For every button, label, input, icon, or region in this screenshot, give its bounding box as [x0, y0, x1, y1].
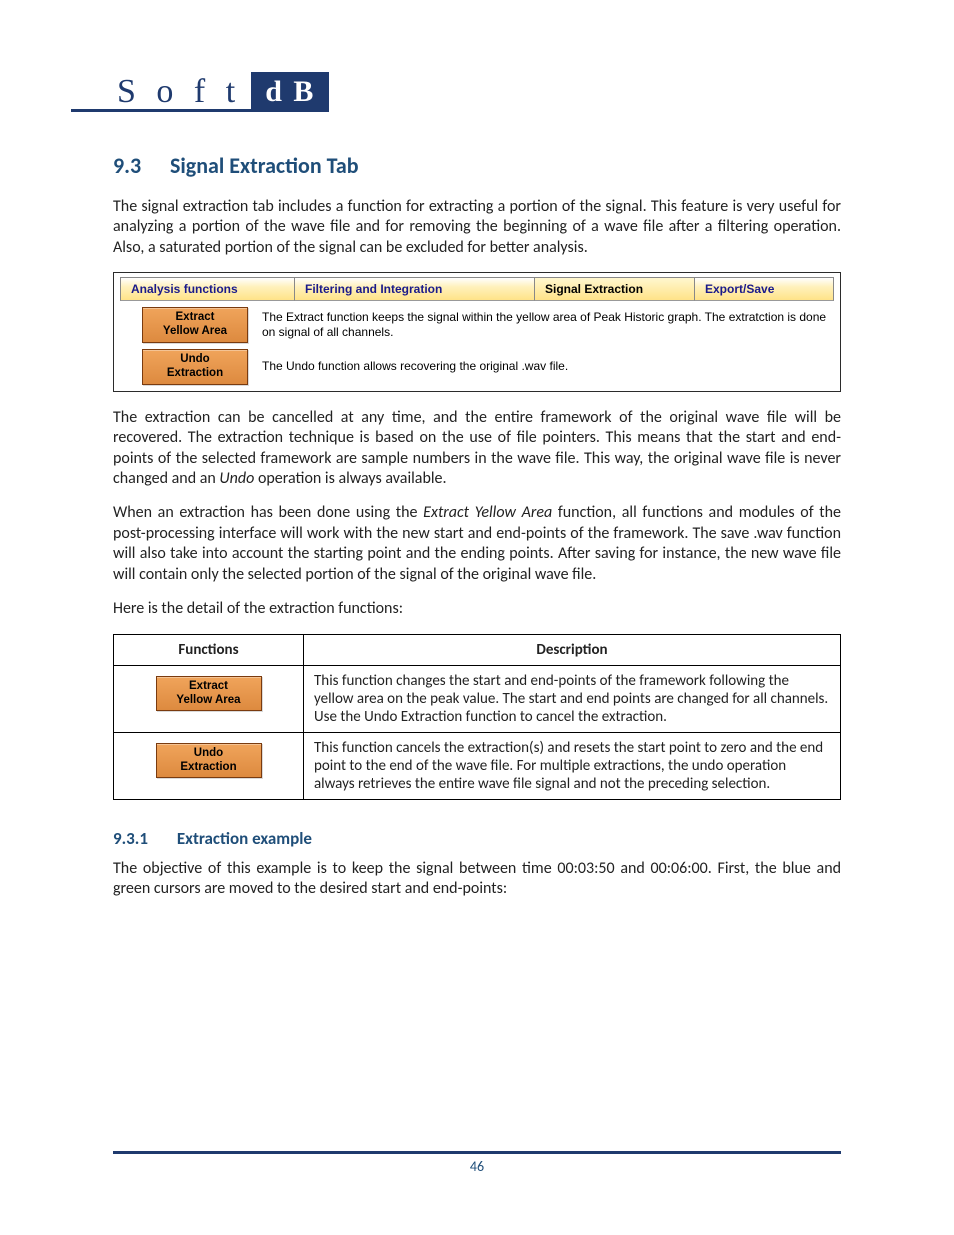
col-description: Description	[304, 634, 841, 665]
paragraph-extract-yellow: When an extraction has been done using t…	[113, 503, 841, 585]
ui-row-extract: Extract Yellow Area The Extract function…	[142, 307, 834, 343]
undo-description: The Undo function allows recovering the …	[262, 359, 568, 375]
tab-export-save[interactable]: Export/Save	[695, 277, 834, 301]
extract-description: The Extract function keeps the signal wi…	[262, 310, 834, 341]
tab-analysis-functions[interactable]: Analysis functions	[120, 277, 295, 301]
subsection-heading: 9.3.1 Extraction example	[113, 828, 841, 849]
footer-rule	[113, 1151, 841, 1154]
extract-yellow-area-button[interactable]: Extract Yellow Area	[142, 307, 248, 343]
page-footer: 46	[113, 1151, 841, 1175]
paragraph-cancel: The extraction can be cancelled at any t…	[113, 408, 841, 490]
brand-header: S o f t d B	[113, 72, 841, 112]
undo-extraction-button[interactable]: Undo Extraction	[142, 349, 248, 385]
section-heading: 9.3 Signal Extraction Tab	[113, 152, 841, 179]
ui-row-undo: Undo Extraction The Undo function allows…	[142, 349, 834, 385]
text: When an extraction has been done using t…	[113, 503, 423, 522]
logo: S o f t d B	[71, 72, 329, 112]
italic-extract-yellow-area: Extract Yellow Area	[423, 503, 552, 522]
undo-extraction-button[interactable]: Undo Extraction	[156, 743, 262, 779]
italic-undo: Undo	[219, 469, 254, 488]
extract-yellow-area-button[interactable]: Extract Yellow Area	[156, 676, 262, 712]
tab-bar: Analysis functions Filtering and Integra…	[120, 277, 834, 301]
subsection-title: Extraction example	[177, 828, 312, 849]
section-title: Signal Extraction Tab	[170, 152, 359, 179]
paragraph-detail-intro: Here is the detail of the extraction fun…	[113, 599, 841, 619]
page-number: 46	[470, 1158, 484, 1175]
ui-panel-screenshot: Analysis functions Filtering and Integra…	[113, 272, 841, 391]
col-functions: Functions	[114, 634, 304, 665]
section-number: 9.3	[113, 152, 165, 179]
functions-table: Functions Description Extract Yellow Are…	[113, 634, 841, 800]
tab-signal-extraction[interactable]: Signal Extraction	[535, 277, 695, 301]
table-row: Undo Extraction This function cancels th…	[114, 732, 841, 799]
tab-filtering-integration[interactable]: Filtering and Integration	[295, 277, 535, 301]
table-desc: This function changes the start and end-…	[304, 665, 841, 732]
intro-paragraph: The signal extraction tab includes a fun…	[113, 197, 841, 258]
text: operation is always available.	[254, 469, 446, 488]
table-row: Extract Yellow Area This function change…	[114, 665, 841, 732]
logo-right: d B	[251, 72, 329, 109]
example-paragraph: The objective of this example is to keep…	[113, 859, 841, 900]
table-desc: This function cancels the extraction(s) …	[304, 732, 841, 799]
logo-left: S o f t	[113, 72, 251, 109]
subsection-number: 9.3.1	[113, 828, 173, 849]
